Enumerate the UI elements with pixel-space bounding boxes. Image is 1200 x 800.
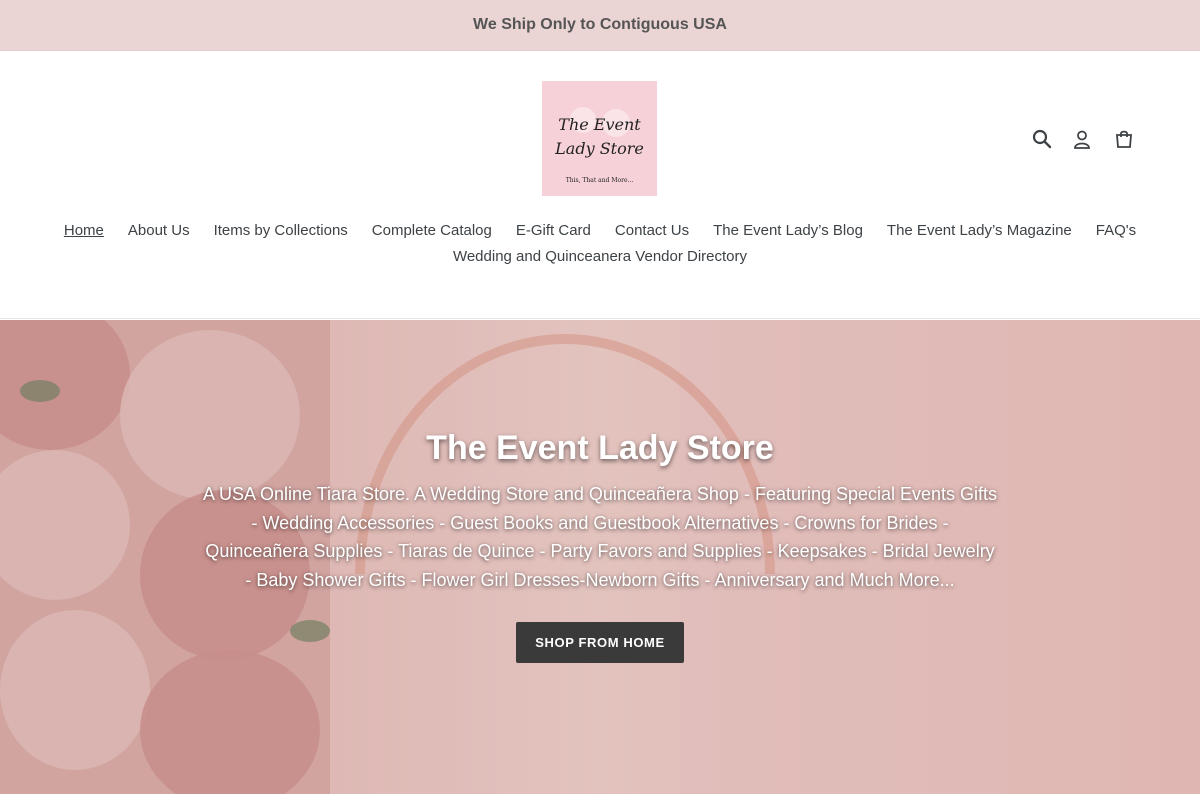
nav-item-vendor-directory[interactable]: Wedding and Quinceanera Vendor Directory bbox=[453, 248, 747, 266]
nav-row-secondary: Wedding and Quinceanera Vendor Directory bbox=[0, 248, 1200, 266]
hero-title: The Event Lady Store bbox=[426, 429, 774, 467]
store-logo[interactable]: The Event Lady Store This, That and More… bbox=[542, 81, 657, 196]
nav-item-e-gift-card[interactable]: E-Gift Card bbox=[516, 222, 591, 240]
nav-item-home[interactable]: Home bbox=[64, 222, 104, 240]
nav-item-about-us[interactable]: About Us bbox=[128, 222, 190, 240]
hero-banner: The Event Lady Store A USA Online Tiara … bbox=[0, 320, 1200, 794]
nav-item-faqs[interactable]: FAQ's bbox=[1096, 222, 1136, 240]
logo-text-line1: The Event bbox=[558, 115, 641, 134]
user-icon[interactable] bbox=[1070, 127, 1094, 151]
logo-tagline: This, That and More... bbox=[565, 177, 634, 184]
nav-item-contact-us[interactable]: Contact Us bbox=[615, 222, 689, 240]
search-icon[interactable] bbox=[1030, 127, 1054, 151]
page-bottom-edge bbox=[0, 794, 1200, 800]
nav-item-items-by-collections[interactable]: Items by Collections bbox=[214, 222, 348, 240]
main-navigation: Home About Us Items by Collections Compl… bbox=[0, 222, 1200, 266]
announcement-bar: We Ship Only to Contiguous USA bbox=[0, 0, 1200, 51]
logo-text-line2: Lady Store bbox=[555, 139, 644, 158]
nav-row-primary: Home About Us Items by Collections Compl… bbox=[0, 222, 1200, 240]
nav-item-magazine[interactable]: The Event Lady’s Magazine bbox=[887, 222, 1072, 240]
nav-item-blog[interactable]: The Event Lady’s Blog bbox=[713, 222, 863, 240]
announcement-text: We Ship Only to Contiguous USA bbox=[473, 16, 727, 33]
hero-subtitle: A USA Online Tiara Store. A Wedding Stor… bbox=[202, 484, 998, 590]
site-header: The Event Lady Store This, That and More… bbox=[0, 51, 1200, 319]
shop-from-home-button[interactable]: SHOP FROM HOME bbox=[516, 622, 684, 663]
nav-item-complete-catalog[interactable]: Complete Catalog bbox=[372, 222, 492, 240]
hero-content: The Event Lady Store A USA Online Tiara … bbox=[200, 424, 1000, 663]
cart-icon[interactable] bbox=[1112, 127, 1136, 151]
